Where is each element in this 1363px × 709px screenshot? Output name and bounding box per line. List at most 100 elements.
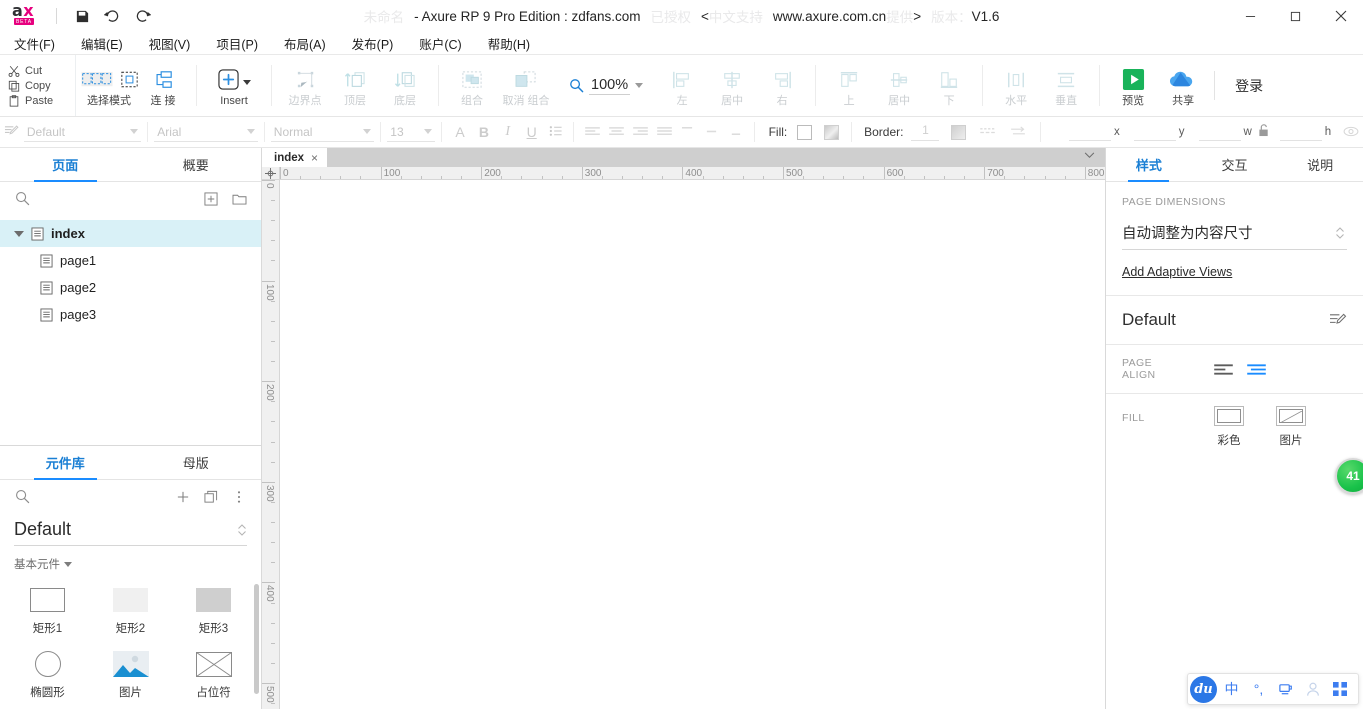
search-icon[interactable] xyxy=(12,191,32,206)
folder-icon[interactable] xyxy=(229,192,249,205)
menu-edit[interactable]: 编辑(E) xyxy=(81,34,136,53)
border-color-swatch[interactable] xyxy=(951,124,967,140)
arrow-style-icon[interactable] xyxy=(1006,125,1030,140)
vertical-ruler[interactable]: 0 100 200 300 400 500 xyxy=(262,180,280,709)
border-width-input[interactable]: 1 xyxy=(911,123,940,141)
library-select[interactable]: Default xyxy=(14,519,247,546)
zoom-value[interactable]: 100% xyxy=(589,77,631,95)
zoom-dropdown-caret[interactable] xyxy=(635,83,644,88)
tab-notes[interactable]: 说明 xyxy=(1277,148,1363,181)
preview-button[interactable]: 预览 xyxy=(1108,55,1158,116)
tree-item-page2[interactable]: page2 xyxy=(0,274,261,301)
underline-button[interactable]: U xyxy=(520,124,544,140)
w-input[interactable] xyxy=(1198,124,1241,141)
align-right-button[interactable]: 右 xyxy=(757,55,807,116)
stepper-icon[interactable] xyxy=(237,522,247,538)
align-text-right-icon[interactable] xyxy=(628,125,652,140)
align-vbottom-icon[interactable] xyxy=(724,125,748,140)
insert-button[interactable]: Insert xyxy=(205,55,263,116)
style-paint-icon[interactable] xyxy=(0,124,24,141)
align-vtop-icon[interactable] xyxy=(676,125,700,140)
bold-button[interactable]: B xyxy=(472,124,496,140)
fill-image-option[interactable]: 图片 xyxy=(1276,406,1306,448)
y-input[interactable] xyxy=(1133,124,1176,141)
tab-interactions[interactable]: 交互 xyxy=(1192,148,1278,181)
tab-outline[interactable]: 概要 xyxy=(131,148,262,181)
widget-scrollbar[interactable] xyxy=(254,584,259,694)
insert-dropdown-caret[interactable] xyxy=(242,80,251,85)
position-x-field[interactable]: x xyxy=(1069,124,1120,141)
page-dimensions-select[interactable]: 自动调整为内容尺寸 xyxy=(1122,216,1347,250)
tree-item-page1[interactable]: page1 xyxy=(0,247,261,274)
library-group-header[interactable]: 基本元件 xyxy=(0,546,261,576)
login-button[interactable]: 登录 xyxy=(1217,55,1285,116)
floating-assistant-button[interactable]: 41 xyxy=(1335,458,1363,494)
group-button[interactable]: 组合 xyxy=(447,55,497,116)
align-bottom-button[interactable]: 下 xyxy=(924,55,974,116)
undo-icon[interactable] xyxy=(97,3,127,29)
minimize-icon[interactable] xyxy=(1228,0,1273,32)
close-icon[interactable]: × xyxy=(311,151,318,165)
duplicate-icon[interactable] xyxy=(201,490,221,504)
user-icon[interactable] xyxy=(1300,675,1325,703)
align-text-left-icon[interactable] xyxy=(580,125,604,140)
widget-image[interactable]: 图片 xyxy=(89,642,172,706)
tree-item-index[interactable]: index xyxy=(0,220,261,247)
search-icon[interactable] xyxy=(12,489,32,504)
font-size-select[interactable]: 13 xyxy=(387,122,436,142)
italic-button[interactable]: I xyxy=(496,124,520,140)
align-center-icon[interactable] xyxy=(1247,363,1266,376)
align-left-button[interactable]: 左 xyxy=(657,55,707,116)
tab-style[interactable]: 样式 xyxy=(1106,148,1192,182)
eye-icon[interactable] xyxy=(1339,125,1363,140)
stepper-icon[interactable] xyxy=(1335,225,1345,241)
copy-button[interactable]: Copy xyxy=(8,80,75,92)
menu-help[interactable]: 帮助(H) xyxy=(488,34,543,53)
align-center-v-button[interactable]: 居中 xyxy=(874,55,924,116)
list-icon[interactable] xyxy=(544,125,568,140)
lock-open-icon[interactable] xyxy=(1252,124,1276,140)
align-center-h-button[interactable]: 居中 xyxy=(707,55,757,116)
widget-rect2[interactable]: 矩形2 xyxy=(89,578,172,642)
more-icon[interactable] xyxy=(229,490,249,504)
x-input[interactable] xyxy=(1069,124,1112,141)
menu-publish[interactable]: 发布(P) xyxy=(352,34,407,53)
tab-widget-library[interactable]: 元件库 xyxy=(0,446,131,480)
distribute-vertical-button[interactable]: 垂直 xyxy=(1041,55,1091,116)
connect-button[interactable]: 连 接 xyxy=(138,55,188,116)
paste-button[interactable]: Paste xyxy=(8,95,75,107)
style-select[interactable]: Default xyxy=(23,122,142,142)
ruler-origin-button[interactable] xyxy=(262,167,280,179)
fill-color-option[interactable]: 彩色 xyxy=(1214,406,1244,448)
baidu-ime-logo[interactable]: du xyxy=(1190,675,1217,703)
align-text-justify-icon[interactable] xyxy=(652,125,676,140)
maximize-icon[interactable] xyxy=(1273,0,1318,32)
ime-punctuation-toggle[interactable]: °, xyxy=(1246,675,1271,703)
menu-file[interactable]: 文件(F) xyxy=(14,34,68,53)
fill-gradient-swatch[interactable] xyxy=(824,124,840,140)
add-icon[interactable] xyxy=(173,490,193,504)
close-icon[interactable] xyxy=(1318,0,1363,32)
size-h-field[interactable]: h xyxy=(1279,124,1331,141)
widget-rect3[interactable]: 矩形3 xyxy=(172,578,255,642)
share-button[interactable]: 共享 xyxy=(1158,55,1208,116)
menu-view[interactable]: 视图(V) xyxy=(149,34,204,53)
size-w-field[interactable]: w xyxy=(1198,124,1252,141)
ime-language-toggle[interactable]: 中 xyxy=(1219,675,1244,703)
zoom-control[interactable]: 100% xyxy=(559,55,653,116)
tab-overflow-chevron-icon[interactable] xyxy=(1084,146,1095,164)
font-family-select[interactable]: Arial xyxy=(154,122,258,142)
boundary-point-button[interactable]: 边界点 xyxy=(280,55,330,116)
menu-account[interactable]: 账户(C) xyxy=(419,34,474,53)
tab-pages[interactable]: 页面 xyxy=(0,148,131,182)
tree-item-page3[interactable]: page3 xyxy=(0,301,261,328)
tab-masters[interactable]: 母版 xyxy=(131,446,262,479)
align-left-icon[interactable] xyxy=(1214,363,1233,376)
send-back-button[interactable]: 底层 xyxy=(380,55,430,116)
position-y-field[interactable]: y xyxy=(1133,124,1185,141)
border-style-icon[interactable] xyxy=(976,125,1000,140)
select-mode-button[interactable]: 选择模式 xyxy=(80,55,138,116)
design-sheet[interactable] xyxy=(280,180,1105,709)
menu-project[interactable]: 项目(P) xyxy=(216,34,271,53)
widget-placeholder[interactable]: 占位符 xyxy=(172,642,255,706)
